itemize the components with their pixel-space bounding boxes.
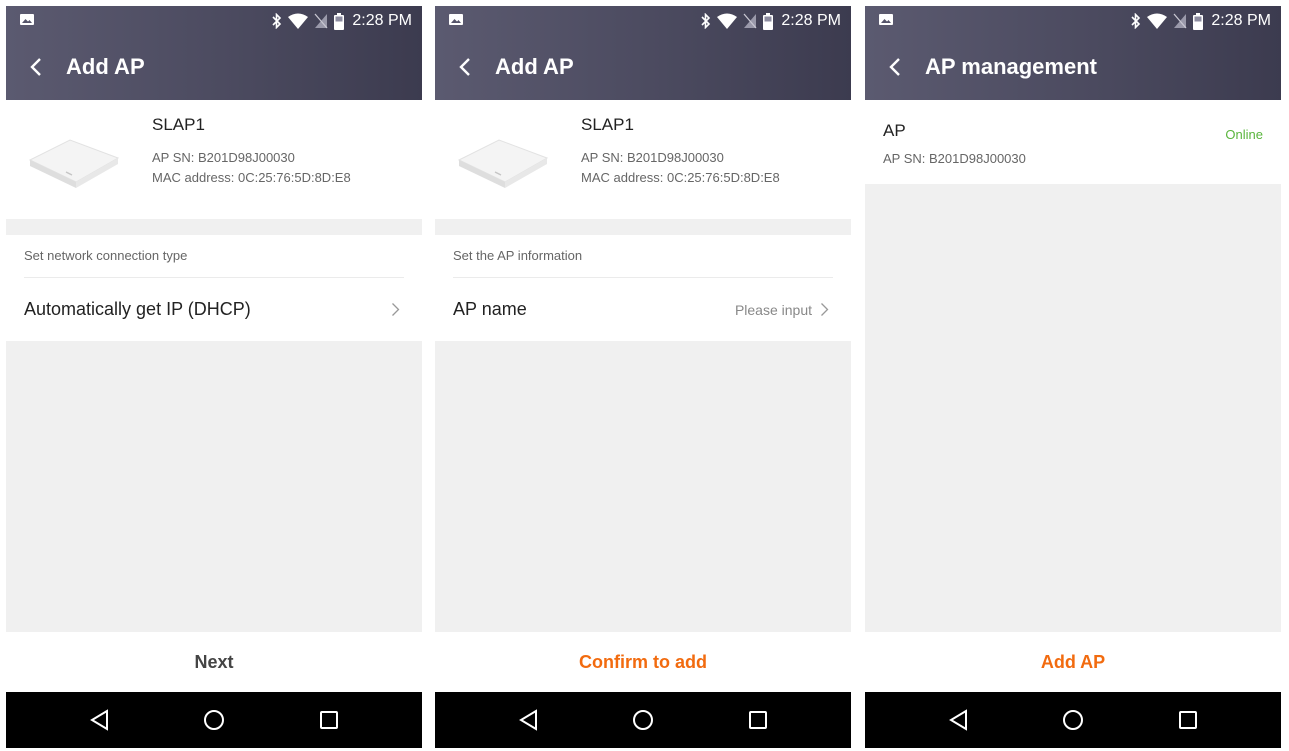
device-name: SLAP1 (581, 115, 634, 134)
settings-section: Set the AP information AP name Please in… (435, 235, 851, 341)
status-bar: 2:28 PM (435, 6, 851, 36)
row-label: AP name (453, 299, 527, 319)
screen-ap-management: 2:28 PM AP management AP AP SN: B201D98J… (865, 6, 1281, 748)
status-badge: Online (1225, 127, 1263, 142)
image-icon (449, 14, 463, 25)
ap-name-row[interactable]: AP name Please input (435, 278, 851, 341)
bluetooth-icon (1131, 13, 1141, 29)
page-title: Add AP (66, 54, 145, 79)
nav-recents-icon[interactable] (315, 706, 343, 734)
app-header: 2:28 PM Add AP (6, 6, 422, 100)
back-arrow-icon[interactable] (457, 56, 475, 78)
ap-name: AP (883, 121, 906, 140)
nav-recents-icon[interactable] (1174, 706, 1202, 734)
no-sim-icon (314, 13, 328, 29)
row-label: Automatically get IP (DHCP) (24, 299, 251, 319)
wifi-icon (288, 13, 309, 29)
nav-back-icon[interactable] (86, 706, 114, 734)
status-bar: 2:28 PM (6, 6, 422, 36)
nav-recents-icon[interactable] (744, 706, 772, 734)
ap-sn: AP SN: B201D98J00030 (883, 151, 1026, 166)
status-time: 2:28 PM (1211, 12, 1271, 29)
nav-home-icon[interactable] (629, 706, 657, 734)
device-card: SLAP1 AP SN: B201D98J00030 MAC address: … (6, 100, 422, 219)
status-bar: 2:28 PM (865, 6, 1281, 36)
chevron-right-icon (392, 303, 400, 316)
status-time: 2:28 PM (352, 12, 412, 29)
back-arrow-icon[interactable] (28, 56, 46, 78)
add-ap-button[interactable]: Add AP (865, 632, 1281, 692)
nav-back-icon[interactable] (945, 706, 973, 734)
device-mac: MAC address: 0C:25:76:5D:8D:E8 (152, 170, 351, 185)
nav-back-icon[interactable] (515, 706, 543, 734)
confirm-add-button[interactable]: Confirm to add (435, 632, 851, 692)
screen-add-ap-info: 2:28 PM Add AP SLAP1 AP SN: B201D98J0003… (435, 6, 851, 748)
battery-icon (334, 12, 345, 30)
section-label: Set network connection type (24, 248, 188, 263)
chevron-right-icon (821, 303, 829, 316)
app-header: 2:28 PM Add AP (435, 6, 851, 100)
image-icon (20, 14, 34, 25)
page-title: AP management (925, 54, 1097, 79)
access-point-icon (28, 139, 120, 188)
device-sn: AP SN: B201D98J00030 (152, 150, 295, 165)
system-nav-bar (865, 692, 1281, 748)
no-sim-icon (1173, 13, 1187, 29)
section-label: Set the AP information (453, 248, 583, 263)
battery-icon (763, 12, 774, 30)
back-arrow-icon[interactable] (887, 56, 905, 78)
bluetooth-icon (272, 13, 282, 29)
connection-type-row[interactable]: Automatically get IP (DHCP) (6, 278, 422, 341)
device-sn: AP SN: B201D98J00030 (581, 150, 724, 165)
device-mac: MAC address: 0C:25:76:5D:8D:E8 (581, 170, 780, 185)
settings-section: Set network connection type Automaticall… (6, 235, 422, 341)
device-name: SLAP1 (152, 115, 205, 134)
system-nav-bar (435, 692, 851, 748)
next-button[interactable]: Next (6, 632, 422, 692)
app-header: 2:28 PM AP management (865, 6, 1281, 100)
nav-home-icon[interactable] (200, 706, 228, 734)
nav-home-icon[interactable] (1059, 706, 1087, 734)
system-nav-bar (6, 692, 422, 748)
status-time: 2:28 PM (781, 12, 841, 29)
access-point-icon (457, 139, 549, 188)
battery-icon (1193, 12, 1204, 30)
ap-name-placeholder: Please input (734, 302, 812, 318)
image-icon (879, 14, 893, 25)
wifi-icon (1147, 13, 1168, 29)
wifi-icon (717, 13, 738, 29)
ap-list-item[interactable]: AP AP SN: B201D98J00030 Online (865, 100, 1281, 184)
screen-add-ap-network: 2:28 PM Add AP SLAP1 AP SN: B201D98J0003… (6, 6, 422, 748)
bluetooth-icon (701, 13, 711, 29)
device-card: SLAP1 AP SN: B201D98J00030 MAC address: … (435, 100, 851, 219)
page-title: Add AP (495, 54, 574, 79)
no-sim-icon (743, 13, 757, 29)
